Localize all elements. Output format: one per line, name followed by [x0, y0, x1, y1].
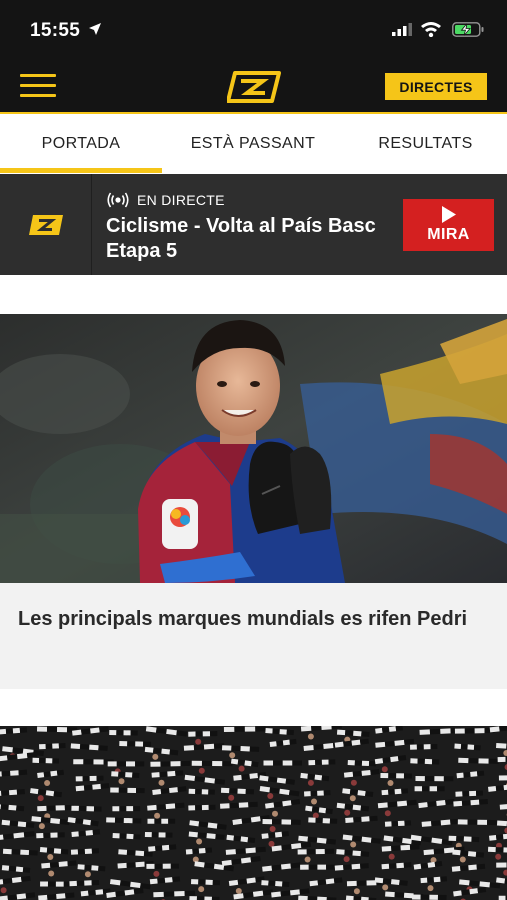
wifi-icon: [420, 21, 442, 42]
active-tab-indicator: [0, 168, 162, 173]
tab-bar: PORTADA ESTÀ PASSANT RESULTATS: [0, 114, 507, 174]
broadcast-icon: [107, 192, 129, 208]
mira-label: MIRA: [427, 226, 470, 243]
hamburger-menu-icon[interactable]: [20, 72, 56, 100]
article-headline: Les principals marques mundials es rifen…: [18, 608, 468, 630]
status-time: 15:55: [30, 20, 81, 41]
battery-charging-icon: [452, 22, 484, 42]
live-title: Ciclisme - Volta al País Basc Etapa 5: [106, 215, 376, 262]
status-bar: 15:55: [0, 0, 507, 58]
tab-portada[interactable]: PORTADA: [0, 114, 162, 174]
directes-button[interactable]: DIRECTES: [385, 73, 487, 100]
app-header: 15:55 DIRECTES: [0, 0, 507, 112]
divider: [91, 174, 92, 275]
article-card[interactable]: Les principals marques mundials es rifen…: [0, 583, 507, 689]
article-image[interactable]: [0, 726, 507, 900]
play-icon: [441, 206, 456, 223]
article-image[interactable]: [0, 314, 507, 583]
mira-button[interactable]: MIRA: [403, 199, 494, 251]
live-tag: EN DIRECTE: [107, 191, 225, 209]
location-arrow-icon: [88, 22, 102, 41]
cellular-signal-icon: [392, 23, 412, 41]
tab-esta-passant[interactable]: ESTÀ PASSANT: [162, 114, 344, 174]
esport3-logo-icon: [0, 174, 91, 275]
live-tag-label: EN DIRECTE: [137, 192, 225, 208]
tab-resultats[interactable]: RESULTATS: [344, 114, 507, 174]
esport3-logo-icon[interactable]: [226, 70, 281, 104]
